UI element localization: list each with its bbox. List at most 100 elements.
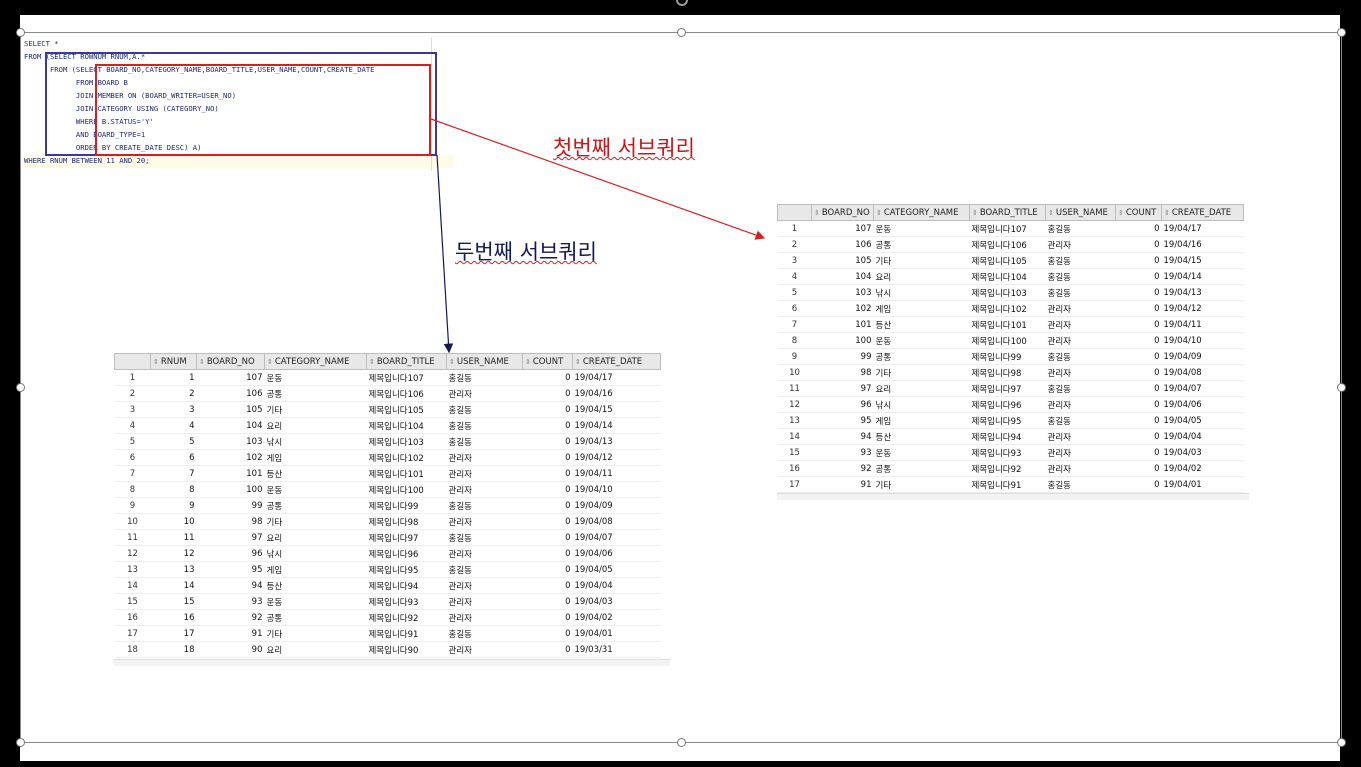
table-cell[interactable]: 93 [196, 593, 265, 610]
table-cell[interactable]: 운동 [264, 481, 367, 498]
table-row[interactable]: 1 107 운동 제목입니다107 홍길동 0 19/04/17 [777, 220, 1244, 237]
table-cell[interactable]: 0 [1115, 332, 1162, 349]
table-cell[interactable]: 100 [196, 481, 265, 498]
table-cell[interactable]: 0 [1115, 348, 1162, 365]
table-cell[interactable]: 94 [196, 577, 265, 594]
table-cell[interactable]: 19/04/06 [572, 545, 661, 562]
table-cell[interactable]: 낚시 [264, 433, 367, 450]
table-cell[interactable]: 19/04/06 [1161, 396, 1244, 413]
row-number-cell[interactable]: 1 [114, 369, 151, 386]
table-cell[interactable]: 제목입니다98 [969, 364, 1046, 381]
table-cell[interactable]: 제목입니다96 [969, 396, 1046, 413]
table-cell[interactable]: 제목입니다103 [366, 433, 447, 450]
table-row[interactable]: 17 17 91 기타 제목입니다91 홍길동 0 19/04/01 [114, 625, 661, 642]
row-number-cell[interactable]: 16 [114, 609, 151, 626]
row-number-cell[interactable]: 12 [777, 396, 812, 413]
table-cell[interactable]: 19/04/02 [572, 609, 661, 626]
row-number-cell[interactable]: 14 [777, 428, 812, 445]
row-number-cell[interactable]: 11 [777, 380, 812, 397]
table-cell[interactable]: 0 [1115, 236, 1162, 253]
table-row[interactable]: 2 106 공통 제목입니다106 관리자 0 19/04/16 [777, 236, 1244, 253]
table-cell[interactable]: 관리자 [446, 593, 523, 610]
table-cell[interactable]: 102 [811, 300, 874, 317]
table-cell[interactable]: 0 [522, 545, 573, 562]
row-number-cell[interactable]: 5 [114, 433, 151, 450]
table-cell[interactable]: 7 [150, 465, 197, 482]
column-header[interactable]: ⇕ USER_NAME [1045, 204, 1116, 221]
resize-handle-bottom-right[interactable] [1337, 738, 1346, 747]
table-cell[interactable]: 96 [196, 545, 265, 562]
table-cell[interactable]: 15 [150, 593, 197, 610]
table-cell[interactable]: 낚시 [264, 545, 367, 562]
table-cell[interactable]: 104 [811, 268, 874, 285]
table-cell[interactable]: 101 [811, 316, 874, 333]
resize-handle-left[interactable] [16, 383, 25, 392]
table-cell[interactable]: 105 [196, 401, 265, 418]
table-cell[interactable]: 제목입니다104 [969, 268, 1046, 285]
table-cell[interactable]: 99 [196, 497, 265, 514]
table-cell[interactable]: 등산 [873, 316, 970, 333]
table-cell[interactable]: 제목입니다93 [366, 593, 447, 610]
table-row[interactable]: 9 99 공통 제목입니다99 홍길동 0 19/04/09 [777, 348, 1244, 365]
table-cell[interactable]: 등산 [264, 577, 367, 594]
table-cell[interactable]: 제목입니다91 [366, 625, 447, 642]
column-header[interactable]: ⇕ USER_NAME [446, 353, 523, 370]
table-cell[interactable]: 95 [196, 561, 265, 578]
table-cell[interactable]: 기타 [264, 625, 367, 642]
table-cell[interactable]: 관리자 [1045, 396, 1116, 413]
table-cell[interactable]: 제목입니다97 [366, 529, 447, 546]
table-cell[interactable]: 0 [522, 433, 573, 450]
table-cell[interactable]: 관리자 [446, 577, 523, 594]
table-cell[interactable]: 0 [1115, 444, 1162, 461]
table-cell[interactable]: 19/04/01 [572, 625, 661, 642]
row-number-cell[interactable]: 17 [114, 625, 151, 642]
table-cell[interactable]: 19/04/07 [1161, 380, 1244, 397]
column-header[interactable]: ⇕ CATEGORY_NAME [264, 353, 367, 370]
table-cell[interactable]: 0 [522, 561, 573, 578]
table-cell[interactable]: 103 [196, 433, 265, 450]
table-cell[interactable]: 19/04/09 [1161, 348, 1244, 365]
table-cell[interactable]: 107 [811, 220, 874, 237]
table-cell[interactable]: 제목입니다107 [969, 220, 1046, 237]
table-cell[interactable]: 공통 [873, 460, 970, 477]
table-cell[interactable]: 관리자 [1045, 460, 1116, 477]
sort-arrows-icon[interactable]: ⇕ [1164, 209, 1170, 217]
table-cell[interactable]: 홍길동 [446, 529, 523, 546]
table-cell[interactable]: 0 [1115, 364, 1162, 381]
table-row[interactable]: 10 10 98 기타 제목입니다98 관리자 0 19/04/08 [114, 513, 661, 530]
table-cell[interactable]: 홍길동 [446, 417, 523, 434]
sort-arrows-icon[interactable]: ⇕ [1048, 209, 1054, 217]
table-cell[interactable]: 0 [1115, 300, 1162, 317]
table-cell[interactable]: 제목입니다102 [366, 449, 447, 466]
table-cell[interactable]: 0 [1115, 284, 1162, 301]
table-cell[interactable]: 요리 [264, 641, 367, 658]
table-cell[interactable]: 관리자 [1045, 236, 1116, 253]
table-cell[interactable]: 홍길동 [446, 401, 523, 418]
table-cell[interactable]: 기타 [873, 476, 970, 493]
table-cell[interactable]: 0 [522, 449, 573, 466]
table-cell[interactable]: 제목입니다96 [366, 545, 447, 562]
table-cell[interactable]: 홍길동 [446, 625, 523, 642]
table-cell[interactable]: 90 [196, 641, 265, 658]
table-cell[interactable]: 관리자 [446, 609, 523, 626]
table-cell[interactable]: 홍길동 [1045, 380, 1116, 397]
table-cell[interactable]: 관리자 [446, 513, 523, 530]
table-cell[interactable]: 4 [150, 417, 197, 434]
table-cell[interactable]: 5 [150, 433, 197, 450]
table-cell[interactable]: 19/04/10 [1161, 332, 1244, 349]
table-cell[interactable]: 104 [196, 417, 265, 434]
table-cell[interactable]: 홍길동 [1045, 476, 1116, 493]
table-cell[interactable]: 제목입니다91 [969, 476, 1046, 493]
resize-handle-bottom-left[interactable] [16, 738, 25, 747]
table-cell[interactable]: 운동 [873, 444, 970, 461]
row-number-cell[interactable]: 15 [114, 593, 151, 610]
table-cell[interactable]: 홍길동 [446, 497, 523, 514]
table-cell[interactable]: 관리자 [446, 385, 523, 402]
table-cell[interactable]: 요리 [873, 380, 970, 397]
sort-arrows-icon[interactable]: ⇕ [575, 358, 581, 366]
table-cell[interactable]: 운동 [264, 593, 367, 610]
table-cell[interactable]: 98 [196, 513, 265, 530]
table-cell[interactable]: 106 [196, 385, 265, 402]
table-cell[interactable]: 0 [522, 369, 573, 386]
row-number-cell[interactable]: 10 [114, 513, 151, 530]
